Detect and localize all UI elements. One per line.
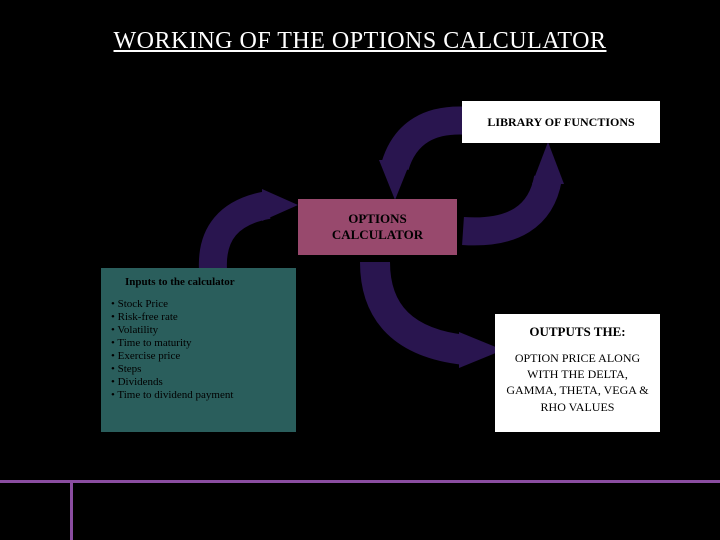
list-item: Steps (111, 363, 286, 375)
outputs-box: OUTPUTS THE: OPTION PRICE ALONG WITH THE… (495, 314, 660, 432)
library-box: LIBRARY OF FUNCTIONS (462, 101, 660, 143)
outputs-body: OPTION PRICE ALONG WITH THE DELTA, GAMMA… (503, 350, 652, 415)
list-item: Risk-free rate (111, 311, 286, 323)
list-item: Dividends (111, 376, 286, 388)
divider-horizontal (0, 480, 720, 483)
list-item: Time to dividend payment (111, 389, 286, 401)
inputs-box: Inputs to the calculator Stock Price Ris… (101, 268, 296, 432)
list-item: Time to maturity (111, 337, 286, 349)
calculator-box: OPTIONS CALCULATOR (298, 199, 457, 255)
outputs-title: OUTPUTS THE: (503, 324, 652, 340)
inputs-list: Stock Price Risk-free rate Volatility Ti… (111, 298, 286, 401)
arrow-calculator-to-outputs (355, 250, 515, 380)
calculator-label: OPTIONS CALCULATOR (306, 211, 449, 242)
library-label: LIBRARY OF FUNCTIONS (487, 115, 634, 130)
list-item: Stock Price (111, 298, 286, 310)
list-item: Volatility (111, 324, 286, 336)
page-title: WORKING OF THE OPTIONS CALCULATOR (0, 28, 720, 55)
inputs-title: Inputs to the calculator (125, 276, 286, 288)
list-item: Exercise price (111, 350, 286, 362)
arrow-calculator-to-library-up (448, 136, 578, 246)
divider-vertical (70, 480, 73, 540)
